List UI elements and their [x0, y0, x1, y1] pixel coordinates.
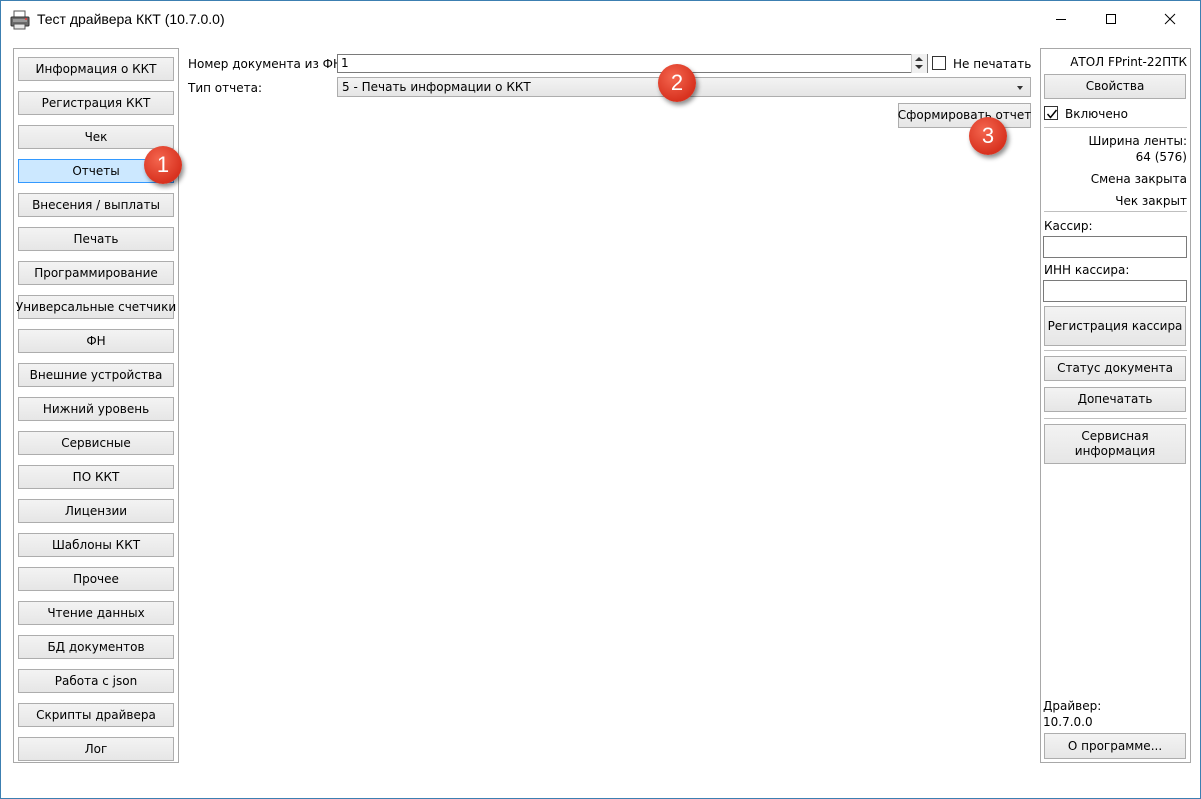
driver-version: 10.7.0.0 [1043, 715, 1093, 729]
close-button[interactable] [1147, 1, 1193, 37]
dropdown-arrow-icon [1017, 86, 1023, 90]
close-icon [1164, 13, 1176, 25]
nav-universal-counters-button[interactable]: Универсальные счетчики [16, 295, 176, 319]
title-bar[interactable]: Тест драйвера ККТ (10.7.0.0) [1, 1, 1200, 38]
spin-up-icon[interactable] [915, 57, 923, 61]
nav-low-level-button[interactable]: Нижний уровень [18, 397, 174, 421]
enabled-label: Включено [1065, 107, 1128, 121]
cashier-inn-input[interactable] [1043, 280, 1187, 302]
reprint-button[interactable]: Допечатать [1044, 387, 1186, 412]
step-badge-3: 3 [969, 117, 1007, 155]
nav-kkt-registration-button[interactable]: Регистрация ККТ [18, 91, 174, 115]
cashier-label: Кассир: [1044, 219, 1093, 233]
shift-status: Смена закрыта [1090, 172, 1187, 186]
nav-read-data-button[interactable]: Чтение данных [18, 601, 174, 625]
receipt-status: Чек закрыт [1115, 194, 1187, 208]
divider [1044, 350, 1187, 351]
tape-width-value: 64 (576) [1135, 150, 1187, 164]
nav-driver-scripts-button[interactable]: Скрипты драйвера [18, 703, 174, 727]
device-panel: АТОЛ FPrint-22ПТК Свойства Включено Шири… [1040, 48, 1191, 763]
step-badge-2: 2 [658, 64, 696, 102]
maximize-icon [1106, 14, 1116, 24]
enabled-checkbox[interactable] [1044, 106, 1058, 120]
minimize-button[interactable] [1038, 1, 1084, 37]
nav-kkt-software-button[interactable]: ПО ККТ [18, 465, 174, 489]
divider [1044, 418, 1187, 419]
spin-down-icon[interactable] [915, 65, 923, 69]
nav-json-button[interactable]: Работа с json [18, 669, 174, 693]
printer-icon [10, 10, 30, 30]
divider [1044, 211, 1187, 212]
nav-print-button[interactable]: Печать [18, 227, 174, 251]
nav-documents-db-button[interactable]: БД документов [18, 635, 174, 659]
nav-other-button[interactable]: Прочее [18, 567, 174, 591]
nav-kkt-templates-button[interactable]: Шаблоны ККТ [18, 533, 174, 557]
driver-label: Драйвер: [1043, 699, 1102, 713]
checkmark-icon [1046, 109, 1058, 119]
about-button[interactable]: О программе... [1044, 733, 1186, 759]
nav-cash-in-out-button[interactable]: Внесения / выплаты [18, 193, 174, 217]
nav-service-button[interactable]: Сервисные [18, 431, 174, 455]
register-cashier-button[interactable]: Регистрация кассира [1044, 306, 1186, 346]
nav-external-devices-button[interactable]: Внешние устройства [18, 363, 174, 387]
maximize-button[interactable] [1088, 1, 1134, 37]
divider [1044, 127, 1187, 128]
service-info-button[interactable]: Сервисная информация [1044, 424, 1186, 464]
nav-kkt-info-button[interactable]: Информация о ККТ [18, 57, 174, 81]
doc-number-input[interactable]: 1 [337, 54, 928, 73]
main-window: Тест драйвера ККТ (10.7.0.0) Информация … [0, 0, 1201, 799]
minimize-icon [1056, 19, 1066, 20]
doc-number-label: Номер документа из ФН: [188, 57, 347, 71]
device-name: АТОЛ FPrint-22ПТК [1070, 55, 1187, 69]
nav-log-button[interactable]: Лог [18, 737, 174, 761]
cashier-inn-label: ИНН кассира: [1044, 263, 1130, 277]
no-print-checkbox[interactable] [932, 56, 946, 70]
step-badge-1: 1 [144, 146, 182, 184]
tape-width-label: Ширина ленты: [1088, 134, 1187, 148]
nav-programming-button[interactable]: Программирование [18, 261, 174, 285]
nav-licenses-button[interactable]: Лицензии [18, 499, 174, 523]
document-status-button[interactable]: Статус документа [1044, 356, 1186, 381]
generate-report-button[interactable]: Сформировать отчет [898, 103, 1031, 128]
doc-number-spinner[interactable] [911, 54, 927, 73]
window-title: Тест драйвера ККТ (10.7.0.0) [37, 11, 225, 27]
cashier-input[interactable] [1043, 236, 1187, 258]
report-type-value: 5 - Печать информации о ККТ [342, 80, 531, 94]
no-print-label: Не печатать [953, 57, 1032, 71]
nav-fn-button[interactable]: ФН [18, 329, 174, 353]
properties-button[interactable]: Свойства [1044, 74, 1186, 99]
report-type-label: Тип отчета: [188, 81, 262, 95]
nav-receipt-button[interactable]: Чек [18, 125, 174, 149]
